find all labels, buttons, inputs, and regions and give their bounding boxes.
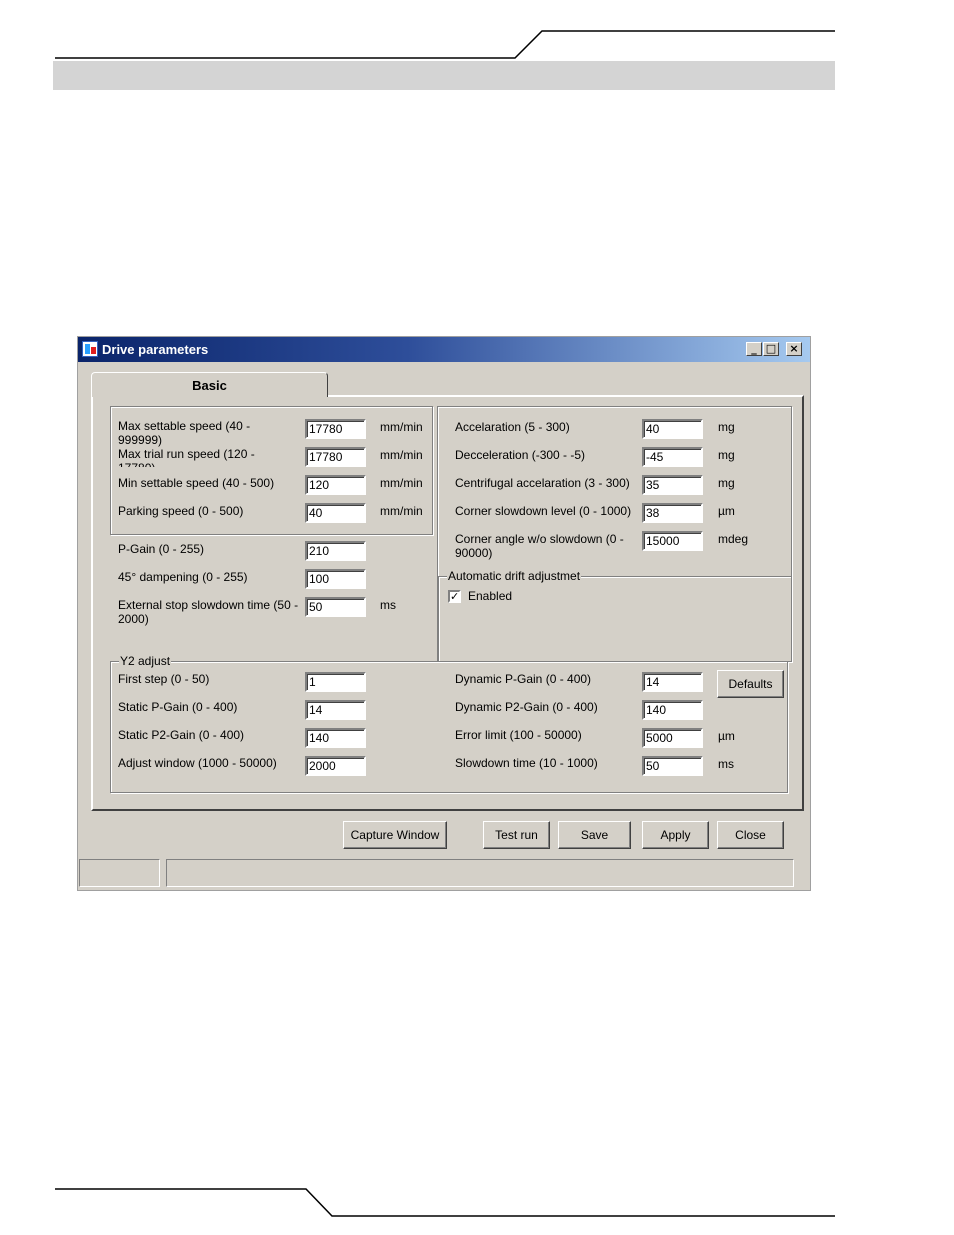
test-run-button[interactable]: Test run (483, 821, 550, 849)
apply-button[interactable]: Apply (642, 821, 709, 849)
close-window-button[interactable]: × (786, 342, 802, 356)
parking-speed-label: Parking speed (0 - 500) (118, 504, 244, 518)
tab-basic[interactable]: Basic (91, 372, 328, 397)
max-settable-speed-label: Max settable speed (40 - 999999) (118, 419, 251, 447)
close-button[interactable]: Close (717, 821, 784, 849)
enabled-label: Enabled (468, 589, 513, 603)
page-header-bar (53, 61, 835, 90)
deceleration-input[interactable]: -45 (642, 447, 703, 467)
dynamic-p2-gain-input[interactable]: 140 (642, 700, 703, 720)
y2-adjust-title: Y2 adjust (119, 654, 172, 668)
app-icon (82, 341, 98, 357)
first-step-input[interactable]: 1 (305, 672, 366, 692)
enabled-checkbox[interactable]: ✓ (448, 590, 461, 603)
status-cell-left (79, 859, 160, 887)
save-button[interactable]: Save (558, 821, 631, 849)
dynamic-p2-gain-label: Dynamic P2-Gain (0 - 400) (455, 700, 598, 714)
first-step-label: First step (0 - 50) (118, 672, 210, 686)
min-settable-speed-label: Min settable speed (40 - 500) (118, 476, 275, 490)
status-cell-main (166, 859, 794, 887)
external-stop-slowdown-unit: ms (380, 598, 396, 612)
dynamic-p-gain-input[interactable]: 14 (642, 672, 703, 692)
max-settable-speed-input[interactable]: 17780 (305, 419, 366, 439)
dynamic-p-gain-label: Dynamic P-Gain (0 - 400) (455, 672, 592, 686)
drive-parameters-window: Drive parameters _ □ × Basic Max settabl… (77, 336, 811, 891)
defaults-button[interactable]: Defaults (717, 670, 784, 698)
capture-window-button[interactable]: Capture Window (343, 821, 447, 849)
slowdown-time-unit: ms (718, 757, 734, 771)
acceleration-label: Accelaration (5 - 300) (455, 420, 570, 434)
corner-angle-unit: mdeg (718, 532, 749, 546)
corner-slowdown-level-input[interactable]: 38 (642, 503, 703, 523)
static-p-gain-label: Static P-Gain (0 - 400) (118, 700, 238, 714)
error-limit-label: Error limit (100 - 50000) (455, 728, 582, 742)
deceleration-label: Decceleration (-300 - -5) (455, 448, 586, 462)
min-settable-speed-unit: mm/min (380, 476, 423, 490)
external-stop-slowdown-input[interactable]: 50 (305, 597, 366, 617)
window-title: Drive parameters (102, 342, 209, 357)
max-settable-speed-unit: mm/min (380, 420, 423, 434)
corner-slowdown-level-label: Corner slowdown level (0 - 1000) (455, 504, 632, 518)
min-settable-speed-input[interactable]: 120 (305, 475, 366, 495)
parking-speed-input[interactable]: 40 (305, 503, 366, 523)
static-p2-gain-input[interactable]: 140 (305, 728, 366, 748)
minimize-button[interactable]: _ (746, 342, 762, 356)
p-gain-label: P-Gain (0 - 255) (118, 542, 205, 556)
tab-basic-label: Basic (192, 378, 227, 393)
error-limit-input[interactable]: 5000 (642, 728, 703, 748)
drift-adjustment-title: Automatic drift adjustmet (447, 569, 582, 583)
corner-slowdown-level-unit: µm (718, 504, 735, 518)
drift-adjustment-group: Automatic drift adjustmet ✓ Enabled (438, 569, 792, 662)
centrifugal-acceleration-unit: mg (718, 476, 735, 490)
max-trial-run-speed-label: Max trial run speed (120 - 17780) (118, 447, 255, 467)
adjust-window-input[interactable]: 2000 (305, 756, 366, 776)
slowdown-time-input[interactable]: 50 (642, 756, 703, 776)
parking-speed-unit: mm/min (380, 504, 423, 518)
corner-angle-label: Corner angle w/o slowdown (0 - 90000) (455, 532, 624, 560)
corner-angle-input[interactable]: 15000 (642, 531, 703, 551)
static-p2-gain-label: Static P2-Gain (0 - 400) (118, 728, 245, 742)
dampening-label: 45° dampening (0 - 255) (118, 570, 248, 584)
error-limit-unit: µm (718, 729, 735, 743)
max-trial-run-speed-unit: mm/min (380, 448, 423, 462)
centrifugal-acceleration-label: Centrifugal accelaration (3 - 300) (455, 476, 630, 490)
acceleration-unit: mg (718, 420, 735, 434)
p-gain-input[interactable]: 210 (305, 541, 366, 561)
deceleration-unit: mg (718, 448, 735, 462)
title-bar[interactable]: Drive parameters _ □ × (78, 337, 810, 362)
adjust-window-label: Adjust window (1000 - 50000) (118, 756, 277, 770)
maximize-button[interactable]: □ (763, 342, 779, 356)
centrifugal-acceleration-input[interactable]: 35 (642, 475, 703, 495)
external-stop-slowdown-label: External stop slowdown time (50 - 2000) (118, 598, 299, 626)
acceleration-input[interactable]: 40 (642, 419, 703, 439)
static-p-gain-input[interactable]: 14 (305, 700, 366, 720)
dampening-input[interactable]: 100 (305, 569, 366, 589)
slowdown-time-label: Slowdown time (10 - 1000) (455, 756, 598, 770)
max-trial-run-speed-input[interactable]: 17780 (305, 447, 366, 467)
